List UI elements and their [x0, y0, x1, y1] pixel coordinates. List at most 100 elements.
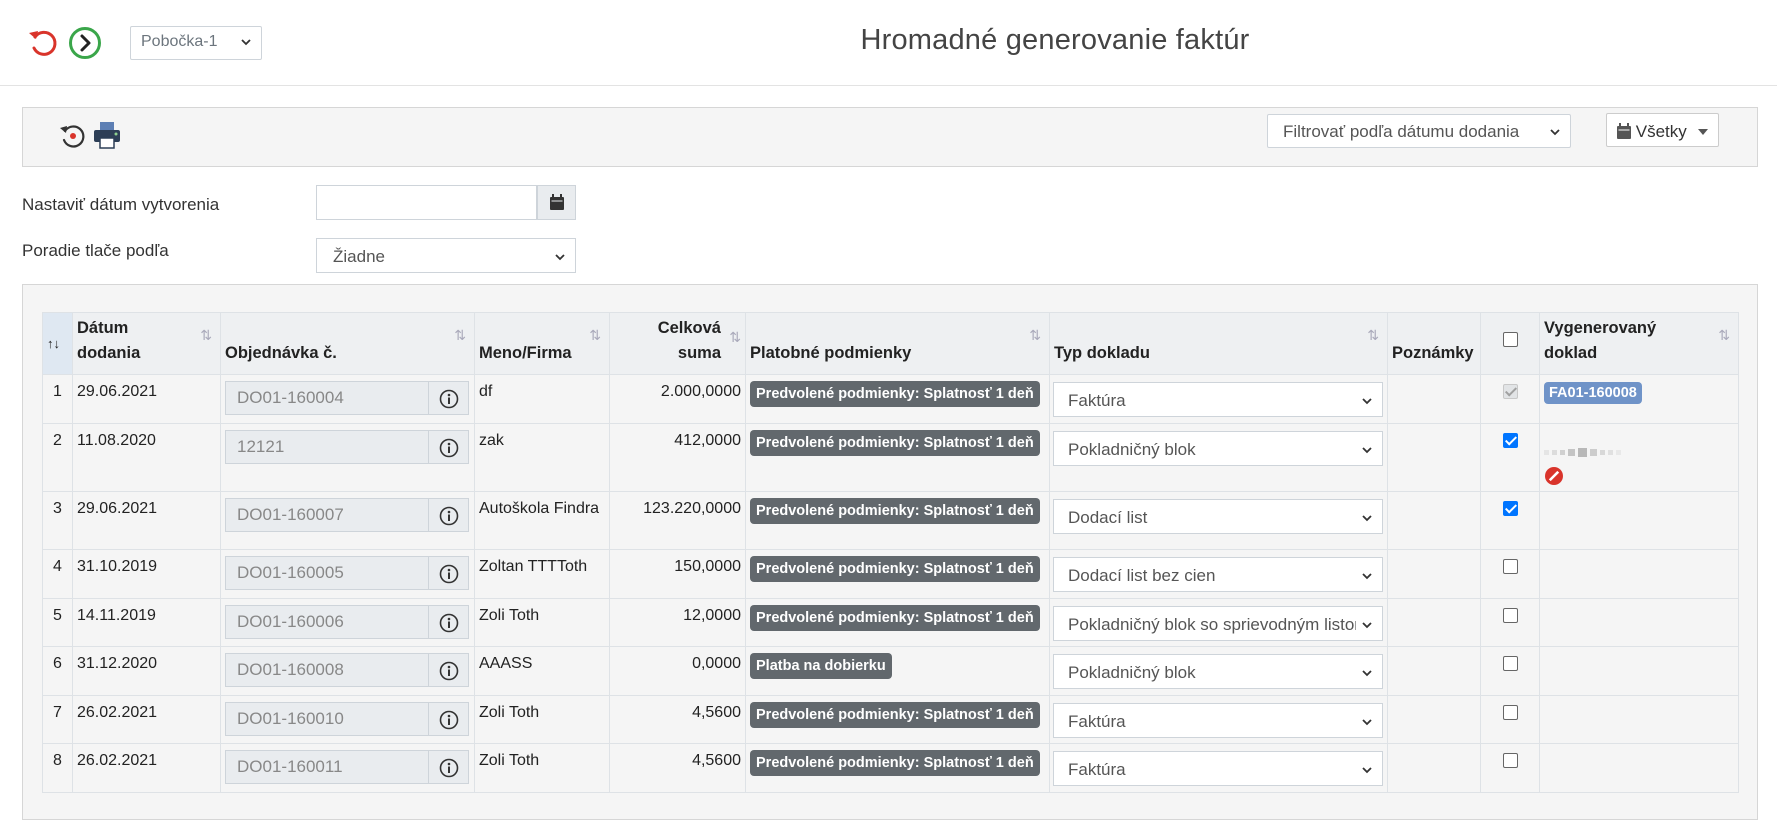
- document-type-select[interactable]: Pokladničný blok so sprievodným listom: [1053, 606, 1383, 641]
- document-type-select[interactable]: Pokladničný blok: [1053, 654, 1383, 689]
- document-type-value: Faktúra: [1068, 391, 1126, 410]
- order-number-input[interactable]: DO01-160006: [225, 605, 429, 639]
- row-select-checkbox[interactable]: [1502, 559, 1518, 574]
- row-select-checkbox[interactable]: [1502, 501, 1518, 516]
- document-type-value: Dodací list: [1068, 508, 1148, 527]
- ban-icon[interactable]: [1544, 466, 1564, 491]
- order-info-button[interactable]: [428, 750, 469, 784]
- arrow-right-circle-icon[interactable]: [68, 26, 102, 65]
- document-type-select[interactable]: Dodací list bez cien: [1053, 557, 1383, 592]
- document-type-select[interactable]: Faktúra: [1053, 703, 1383, 738]
- total-amount: 412,0000: [609, 423, 746, 492]
- order-number-input[interactable]: DO01-160010: [225, 702, 429, 736]
- payment-terms-badge: Predvolené podmienky: Splatnosť 1 deň: [750, 381, 1040, 407]
- top-bar: Pobočka-1 Hromadné generovanie faktúr: [0, 0, 1777, 86]
- chevron-down-icon: [1548, 124, 1562, 144]
- row-select-checkbox[interactable]: [1502, 608, 1518, 623]
- table-row: 5 14.11.2019 DO01-160006 Zoli Toth 12,0000 Pr…: [42, 598, 1739, 647]
- branch-select[interactable]: Pobočka-1: [130, 26, 262, 60]
- customer-name: Zoli Toth: [474, 695, 610, 744]
- column-header-index[interactable]: ↑↓: [42, 312, 73, 375]
- payment-terms-cell: Predvolené podmienky: Splatnosť 1 deň: [745, 423, 1050, 492]
- order-number-input[interactable]: DO01-160004: [225, 381, 429, 415]
- order-number-cell: 12121: [220, 423, 475, 492]
- table-row: 8 26.02.2021 DO01-160011 Zoli Toth 4,5600 Pre…: [42, 743, 1739, 793]
- payment-terms-cell: Predvolené podmienky: Splatnosť 1 deň: [745, 695, 1050, 744]
- delivery-date: 26.02.2021: [72, 743, 221, 793]
- chevron-down-icon: [1356, 510, 1374, 530]
- notes-cell: [1387, 549, 1481, 599]
- total-amount: 123.220,0000: [609, 491, 746, 550]
- table-row: 2 11.08.2020 12121 zak 412,0000 Predvolené po…: [42, 423, 1739, 492]
- document-type-cell: Pokladničný blok: [1049, 423, 1388, 492]
- document-type-select[interactable]: Pokladničný blok: [1053, 431, 1383, 466]
- notes-cell: [1387, 491, 1481, 550]
- document-type-select[interactable]: Dodací list: [1053, 499, 1383, 534]
- column-header-select-all: [1480, 312, 1540, 375]
- undo-icon[interactable]: [26, 26, 60, 65]
- document-type-select[interactable]: Faktúra: [1053, 751, 1383, 786]
- document-type-cell: Faktúra: [1049, 374, 1388, 424]
- document-type-select[interactable]: Faktúra: [1053, 382, 1383, 417]
- select-cell: [1480, 695, 1540, 744]
- order-info-button[interactable]: [428, 430, 469, 464]
- order-info-button[interactable]: [428, 556, 469, 590]
- column-header-order-no[interactable]: Objednávka č. ⇅: [220, 312, 475, 375]
- column-header-total[interactable]: Celková suma ⇅: [609, 312, 746, 375]
- all-dates-dropdown-button[interactable]: Všetky: [1606, 113, 1719, 147]
- document-type-value: Pokladničný blok: [1068, 440, 1196, 459]
- order-number-cell: DO01-160004: [220, 374, 475, 424]
- order-number-input[interactable]: 12121: [225, 430, 429, 464]
- row-select-checkbox[interactable]: [1502, 705, 1518, 720]
- chevron-down-icon: [1356, 617, 1374, 637]
- column-header-name[interactable]: Meno/Firma ⇅: [474, 312, 610, 375]
- order-info-button[interactable]: [428, 498, 469, 532]
- order-number-input[interactable]: DO01-160005: [225, 556, 429, 590]
- document-type-cell: Dodací list: [1049, 491, 1388, 550]
- document-type-cell: Faktúra: [1049, 695, 1388, 744]
- order-number-input[interactable]: DO01-160011: [225, 750, 429, 784]
- row-index: 2: [42, 423, 73, 492]
- calendar-button[interactable]: [537, 185, 576, 220]
- payment-terms-cell: Predvolené podmienky: Splatnosť 1 deň: [745, 374, 1050, 424]
- printer-icon[interactable]: [92, 120, 122, 155]
- delivery-date: 26.02.2021: [72, 695, 221, 744]
- order-number-input[interactable]: DO01-160007: [225, 498, 429, 532]
- sort-icon: ⇅: [1367, 327, 1379, 343]
- delivery-date-filter-select[interactable]: Filtrovať podľa dátumu dodania: [1267, 114, 1571, 148]
- order-info-button[interactable]: [428, 653, 469, 687]
- column-header-payment-terms[interactable]: Platobné podmienky ⇅: [745, 312, 1050, 375]
- branch-select-value: Pobočka-1: [141, 33, 218, 50]
- order-number-input[interactable]: DO01-160008: [225, 653, 429, 687]
- row-select-checkbox[interactable]: [1502, 656, 1518, 671]
- order-number-cell: DO01-160010: [220, 695, 475, 744]
- table-row: 7 26.02.2021 DO01-160010 Zoli Toth 4,5600 Pre…: [42, 695, 1739, 744]
- delivery-date: 31.10.2019: [72, 549, 221, 599]
- column-header-generated-document[interactable]: Vygenerovaný doklad ⇅: [1539, 312, 1739, 375]
- column-header-document-type[interactable]: Typ dokladu ⇅: [1049, 312, 1388, 375]
- payment-terms-badge: Predvolené podmienky: Splatnosť 1 deň: [750, 556, 1040, 582]
- order-info-button[interactable]: [428, 381, 469, 415]
- delivery-date: 11.08.2020: [72, 423, 221, 492]
- creation-date-input[interactable]: [316, 185, 537, 220]
- select-cell: [1480, 374, 1540, 424]
- select-all-checkbox[interactable]: [1502, 332, 1518, 347]
- row-select-checkbox[interactable]: [1502, 433, 1518, 448]
- order-info-button[interactable]: [428, 605, 469, 639]
- row-index: 7: [42, 695, 73, 744]
- select-cell: [1480, 598, 1540, 647]
- row-select-checkbox[interactable]: [1502, 753, 1518, 768]
- generated-document-cell: [1539, 695, 1739, 744]
- document-type-value: Pokladničný blok so sprievodným listom: [1068, 615, 1369, 634]
- generated-document-badge[interactable]: FA01-160008: [1544, 382, 1642, 404]
- table-row: 3 29.06.2021 DO01-160007 Autoškola Findra 12…: [42, 491, 1739, 550]
- order-number-cell: DO01-160006: [220, 598, 475, 647]
- history-icon[interactable]: [58, 121, 88, 156]
- column-header-delivery-date[interactable]: Dátum dodania ⇅: [72, 312, 221, 375]
- payment-terms-badge: Predvolené podmienky: Splatnosť 1 deň: [750, 605, 1040, 631]
- order-info-button[interactable]: [428, 702, 469, 736]
- chevron-down-icon: [239, 35, 253, 54]
- print-order-label: Poradie tlače podľa: [22, 241, 169, 260]
- notes-cell: [1387, 598, 1481, 647]
- print-order-select[interactable]: Žiadne: [316, 238, 576, 273]
